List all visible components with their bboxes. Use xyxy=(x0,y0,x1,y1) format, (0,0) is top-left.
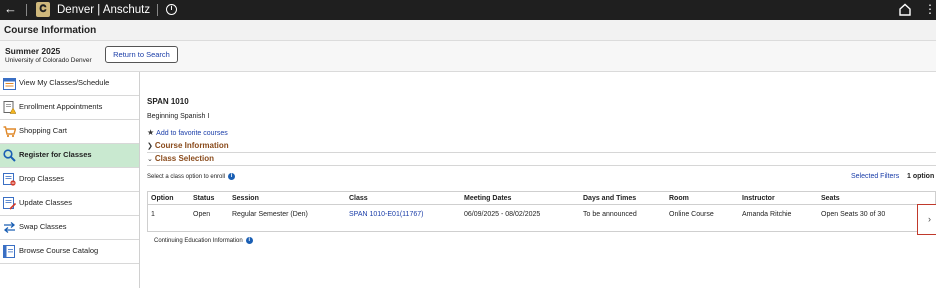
sidebar-item-label: Register for Classes xyxy=(19,150,92,159)
column-header-status: Status xyxy=(193,195,215,202)
column-header-instructor: Instructor xyxy=(742,195,775,202)
selected-filters-link[interactable]: Selected Filters xyxy=(851,173,899,180)
column-header-days-and-times: Days and Times xyxy=(583,195,637,202)
add-to-favorites-link[interactable]: ★ Add to favorite courses xyxy=(147,128,228,137)
cell-option: 1 xyxy=(151,211,155,218)
sidebar-item-label: Update Classes xyxy=(19,198,72,207)
column-header-option: Option xyxy=(151,195,174,202)
sidebar-item-swap-classes[interactable]: Swap Classes xyxy=(0,216,139,240)
section-title: Class Selection xyxy=(154,154,215,163)
star-icon: ★ xyxy=(147,128,155,137)
sidebar-item-drop-classes[interactable]: Drop Classes xyxy=(0,168,139,192)
column-header-class: Class xyxy=(349,195,368,202)
cell-instructor: Amanda Ritchie xyxy=(742,211,792,218)
brand-title: Denver | Anschutz xyxy=(57,4,151,16)
document-warning-icon xyxy=(3,101,16,114)
term-bar: Summer 2025 University of Colorado Denve… xyxy=(0,41,936,72)
sidebar-item-label: Browse Course Catalog xyxy=(19,246,99,255)
main-content: SPAN 1010 Beginning Spanish I ★ Add to fa… xyxy=(140,72,936,288)
magnifier-icon xyxy=(3,149,16,162)
sidebar-item-view-my-classes[interactable]: View My Classes/Schedule xyxy=(0,72,139,96)
select-option-prompt: Select a class option to enroll i xyxy=(147,173,236,181)
cell-status: Open xyxy=(193,211,211,218)
column-header-meeting-dates: Meeting Dates xyxy=(464,195,512,202)
column-header-room: Room xyxy=(669,195,689,202)
row-select-chevron-button[interactable]: › xyxy=(917,204,936,235)
cell-seats: Open Seats 30 of 30 xyxy=(821,211,886,218)
university-logo: 𝐂 xyxy=(36,2,50,17)
sidebar-item-enrollment-appointments[interactable]: Enrollment Appointments xyxy=(0,96,139,120)
cell-days-and-times: To be announced xyxy=(583,211,637,218)
favorite-link-label: Add to favorite courses xyxy=(156,130,228,137)
info-icon[interactable]: i xyxy=(228,173,236,180)
info-icon[interactable]: i xyxy=(245,237,253,244)
vertical-ellipsis-icon[interactable]: ⋮ xyxy=(924,2,936,16)
institution-name: University of Colorado Denver xyxy=(5,57,92,64)
page-header: Course Information xyxy=(0,20,936,41)
calendar-icon xyxy=(3,78,16,90)
continuing-education-info: Continuing Education Information i xyxy=(154,237,253,244)
shopping-cart-icon xyxy=(3,126,16,138)
class-number-link[interactable]: SPAN 1010-E01(11767) xyxy=(349,211,423,218)
page-title: Course Information xyxy=(4,25,97,36)
sidebar-item-update-classes[interactable]: Update Classes xyxy=(0,192,139,216)
sidebar-item-label: Swap Classes xyxy=(19,222,67,231)
chevron-right-icon: ❯ xyxy=(147,143,153,150)
column-header-session: Session xyxy=(232,195,259,202)
cell-session: Regular Semester (Den) xyxy=(232,211,308,218)
sidebar-item-register-for-classes[interactable]: Register for Classes xyxy=(0,144,139,168)
sidebar-item-label: Enrollment Appointments xyxy=(19,102,103,111)
sidebar-item-label: Drop Classes xyxy=(19,174,65,183)
sidebar-item-shopping-cart[interactable]: Shopping Cart xyxy=(0,120,139,144)
top-navigation-bar: ← 𝐂 Denver | Anschutz i ⋮ xyxy=(0,0,936,20)
cell-room: Online Course xyxy=(669,211,714,218)
course-code: SPAN 1010 xyxy=(147,97,189,106)
select-option-text: Select a class option to enroll xyxy=(147,174,226,181)
info-circle-icon[interactable]: i xyxy=(166,4,177,15)
home-icon[interactable] xyxy=(899,3,911,16)
topbar-divider xyxy=(157,4,158,16)
cell-meeting-dates: 06/09/2025 - 08/02/2025 xyxy=(464,211,541,218)
sidebar-item-label: Shopping Cart xyxy=(19,126,67,135)
catalog-book-icon xyxy=(3,245,15,258)
arrow-left-icon[interactable]: ← xyxy=(4,2,17,16)
chevron-down-icon: ⌄ xyxy=(147,156,153,163)
drop-list-icon xyxy=(3,173,16,186)
sidebar: View My Classes/Schedule Enrollment Appo… xyxy=(0,72,140,288)
topbar-divider xyxy=(26,4,27,16)
swap-arrows-icon xyxy=(3,222,16,233)
edit-list-icon xyxy=(3,197,16,210)
course-information-section-header[interactable]: ❯ Course Information xyxy=(147,141,936,153)
table-header-row: Option Status Session Class Meeting Date… xyxy=(148,192,935,205)
continuing-education-text: Continuing Education Information xyxy=(154,238,243,245)
course-title: Beginning Spanish I xyxy=(147,113,210,120)
class-selection-section-header[interactable]: ⌄ Class Selection xyxy=(147,154,936,166)
option-count: 1 option xyxy=(907,173,935,180)
sidebar-item-browse-course-catalog[interactable]: Browse Course Catalog xyxy=(0,240,139,264)
term-name: Summer 2025 xyxy=(5,46,61,56)
class-options-table: Option Status Session Class Meeting Date… xyxy=(147,191,936,235)
return-to-search-button[interactable]: Return to Search xyxy=(105,46,178,63)
column-header-seats: Seats xyxy=(821,195,840,202)
sidebar-item-label: View My Classes/Schedule xyxy=(19,78,110,87)
section-title: Course Information xyxy=(154,141,229,150)
